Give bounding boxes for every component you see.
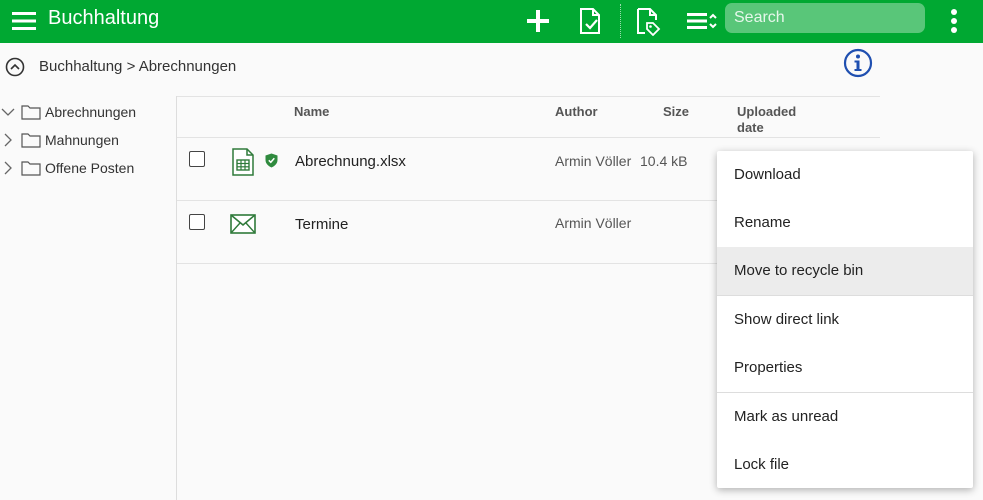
row-checkbox[interactable] — [189, 151, 205, 167]
collapse-circle-icon[interactable] — [5, 57, 25, 77]
view-options-icon[interactable] — [686, 6, 720, 36]
menu-item-show-direct-link[interactable]: Show direct link — [717, 296, 973, 344]
chevron-right-icon[interactable] — [1, 161, 15, 175]
folder-icon — [21, 161, 41, 176]
tree-item-label: Mahnungen — [45, 132, 119, 148]
column-header-size[interactable]: Size — [663, 104, 689, 120]
search-input[interactable] — [725, 3, 925, 33]
row-checkbox[interactable] — [189, 214, 205, 230]
menu-item-mark-as-unread[interactable]: Mark as unread — [717, 393, 973, 441]
breadcrumb-separator: > — [126, 58, 136, 75]
file-name[interactable]: Termine — [295, 216, 348, 233]
tree-item-mahnungen[interactable]: Mahnungen — [0, 129, 176, 153]
menu-item-rename[interactable]: Rename — [717, 199, 973, 247]
tree-item-label: Offene Posten — [45, 160, 135, 176]
spreadsheet-icon — [232, 148, 254, 176]
menu-item-download[interactable]: Download — [717, 151, 973, 199]
add-icon[interactable] — [523, 6, 553, 36]
folder-tree: Abrechnungen Mahnungen Offene Posten — [0, 96, 177, 500]
file-author: Armin Völler — [555, 215, 632, 231]
menu-item-move-to-recycle-bin[interactable]: Move to recycle bin — [717, 247, 973, 295]
file-name[interactable]: Abrechnung.xlsx — [295, 153, 406, 170]
context-menu: Download Rename Move to recycle bin Show… — [717, 151, 973, 488]
file-author: Armin Völler — [555, 153, 632, 169]
file-size: 10.4 kB — [640, 153, 688, 169]
menu-item-lock-file[interactable]: Lock file — [717, 441, 973, 489]
tree-item-label: Abrechnungen — [45, 104, 137, 120]
column-header-uploaded-date[interactable]: Uploaded date — [737, 104, 796, 136]
folder-icon — [21, 105, 41, 120]
menu-icon[interactable] — [12, 10, 36, 32]
info-icon[interactable] — [843, 48, 873, 78]
app-header: Buchhaltung — [0, 0, 983, 43]
app-title: Buchhaltung — [48, 7, 160, 29]
tree-item-abrechnungen[interactable]: Abrechnungen — [0, 101, 176, 125]
divider — [177, 96, 880, 97]
column-header-name[interactable]: Name — [294, 104, 329, 120]
column-header-author[interactable]: Author — [555, 104, 598, 120]
menu-item-properties[interactable]: Properties — [717, 344, 973, 392]
breadcrumb: Buchhaltung > Abrechnungen — [39, 58, 236, 75]
breadcrumb-root[interactable]: Buchhaltung — [39, 58, 122, 75]
new-document-icon[interactable] — [575, 6, 605, 36]
column-header-uploaded-line1: Uploaded — [737, 104, 797, 119]
toolbar-separator — [620, 4, 621, 38]
more-vertical-icon[interactable] — [943, 6, 965, 36]
chevron-right-icon[interactable] — [1, 133, 15, 147]
column-header-uploaded-line2: date — [737, 120, 764, 135]
breadcrumb-current[interactable]: Abrechnungen — [139, 58, 237, 75]
tag-document-icon[interactable] — [632, 6, 662, 36]
chevron-down-icon[interactable] — [1, 105, 15, 119]
email-icon — [230, 214, 256, 234]
divider — [177, 137, 880, 138]
tree-item-offene-posten[interactable]: Offene Posten — [0, 157, 176, 181]
verified-shield-icon — [265, 153, 278, 168]
folder-icon — [21, 133, 41, 148]
